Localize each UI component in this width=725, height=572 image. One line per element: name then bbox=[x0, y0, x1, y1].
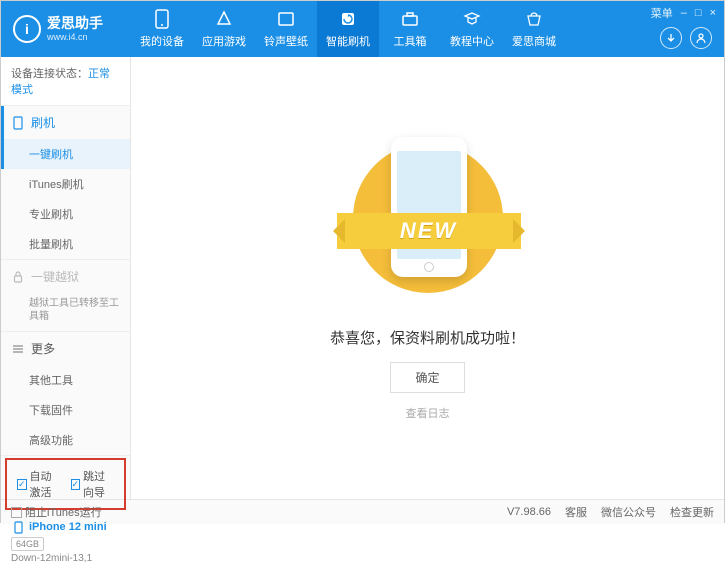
user-button[interactable] bbox=[690, 27, 712, 49]
window-controls: 菜单 – □ × bbox=[651, 5, 716, 21]
store-icon bbox=[524, 9, 544, 29]
toolbox-icon bbox=[400, 9, 420, 29]
device-block[interactable]: iPhone 12 mini 64GB Down-12mini-13,1 bbox=[1, 512, 130, 572]
sidebar-item-other-tools[interactable]: 其他工具 bbox=[1, 365, 130, 395]
ok-button[interactable]: 确定 bbox=[390, 362, 464, 393]
header-action-circles bbox=[660, 27, 712, 49]
sidebar-head-jailbreak: 一键越狱 bbox=[1, 260, 130, 293]
nav-ringtones[interactable]: 铃声壁纸 bbox=[255, 1, 317, 57]
wechat-link[interactable]: 微信公众号 bbox=[601, 504, 656, 520]
sidebar-item-advanced[interactable]: 高级功能 bbox=[1, 425, 130, 455]
nav-label: 铃声壁纸 bbox=[264, 33, 308, 49]
version-label: V7.98.66 bbox=[507, 506, 551, 518]
nav-tutorials[interactable]: 教程中心 bbox=[441, 1, 503, 57]
nav-label: 教程中心 bbox=[450, 33, 494, 49]
view-log-link[interactable]: 查看日志 bbox=[406, 405, 450, 421]
checkbox-label: 阻止iTunes运行 bbox=[25, 504, 102, 520]
sidebar-head-label: 刷机 bbox=[31, 114, 55, 131]
checkbox-auto-activate[interactable]: ✓自动激活 bbox=[17, 468, 61, 500]
phone-illustration: NEW bbox=[343, 135, 513, 305]
device-storage-badge: 64GB bbox=[11, 537, 44, 551]
tutorial-icon bbox=[462, 9, 482, 29]
sidebar-head-label: 一键越狱 bbox=[31, 268, 79, 285]
sidebar-item-itunes-flash[interactable]: iTunes刷机 bbox=[1, 169, 130, 199]
wallpaper-icon bbox=[276, 9, 296, 29]
connection-status: 设备连接状态：正常模式 bbox=[1, 57, 130, 106]
main-content: NEW 恭喜您，保资料刷机成功啦！ 确定 查看日志 bbox=[131, 57, 724, 499]
customer-service-link[interactable]: 客服 bbox=[565, 504, 587, 520]
nav-label: 我的设备 bbox=[140, 33, 184, 49]
check-update-link[interactable]: 检查更新 bbox=[670, 504, 714, 520]
nav-my-device[interactable]: 我的设备 bbox=[131, 1, 193, 57]
checkbox-block-itunes[interactable]: 阻止iTunes运行 bbox=[11, 504, 102, 520]
sidebar-head-more[interactable]: 更多 bbox=[1, 332, 130, 365]
maximize-button[interactable]: □ bbox=[695, 7, 702, 19]
checkbox-label: 自动激活 bbox=[30, 468, 61, 500]
menu-button[interactable]: 菜单 bbox=[651, 5, 673, 21]
new-banner: NEW bbox=[337, 213, 521, 249]
app-url: www.i4.cn bbox=[47, 32, 103, 42]
close-button[interactable]: × bbox=[710, 7, 716, 19]
success-message: 恭喜您，保资料刷机成功啦！ bbox=[330, 327, 525, 348]
device-detail: Down-12mini-13,1 bbox=[11, 553, 120, 564]
phone-small-icon bbox=[11, 520, 25, 534]
phone-icon bbox=[152, 9, 172, 29]
apps-icon bbox=[214, 9, 234, 29]
checkbox-skip-guide[interactable]: ✓跳过向导 bbox=[71, 468, 115, 500]
nav-flash[interactable]: 智能刷机 bbox=[317, 1, 379, 57]
sidebar: 设备连接状态：正常模式 刷机 一键刷机 iTunes刷机 专业刷机 批量刷机 一… bbox=[1, 57, 131, 499]
nav-toolbox[interactable]: 工具箱 bbox=[379, 1, 441, 57]
device-name: iPhone 12 mini bbox=[11, 520, 120, 534]
minimize-button[interactable]: – bbox=[681, 7, 687, 19]
sidebar-item-oneclick-flash[interactable]: 一键刷机 bbox=[1, 139, 130, 169]
jailbreak-note: 越狱工具已转移至工具箱 bbox=[1, 293, 130, 331]
nav-label: 智能刷机 bbox=[326, 33, 370, 49]
app-header: i 爱思助手 www.i4.cn 我的设备 应用游戏 铃声壁纸 智能刷机 工具箱… bbox=[1, 1, 724, 57]
sidebar-item-download-firmware[interactable]: 下载固件 bbox=[1, 395, 130, 425]
main-nav: 我的设备 应用游戏 铃声壁纸 智能刷机 工具箱 教程中心 爱思商城 bbox=[131, 1, 724, 57]
more-icon bbox=[11, 342, 25, 356]
nav-apps[interactable]: 应用游戏 bbox=[193, 1, 255, 57]
download-button[interactable] bbox=[660, 27, 682, 49]
sidebar-item-batch-flash[interactable]: 批量刷机 bbox=[1, 229, 130, 259]
flash-icon bbox=[338, 9, 358, 29]
nav-label: 爱思商城 bbox=[512, 33, 556, 49]
logo-icon: i bbox=[13, 15, 41, 43]
checkbox-label: 跳过向导 bbox=[83, 468, 114, 500]
logo-area: i 爱思助手 www.i4.cn bbox=[1, 15, 131, 43]
sidebar-item-pro-flash[interactable]: 专业刷机 bbox=[1, 199, 130, 229]
app-title: 爱思助手 bbox=[47, 16, 103, 31]
sidebar-head-label: 更多 bbox=[31, 340, 55, 357]
conn-label: 设备连接状态： bbox=[11, 68, 88, 80]
nav-label: 应用游戏 bbox=[202, 33, 246, 49]
options-checkbox-row: ✓自动激活 ✓跳过向导 bbox=[5, 458, 126, 510]
lock-icon bbox=[11, 270, 25, 284]
nav-store[interactable]: 爱思商城 bbox=[503, 1, 565, 57]
nav-label: 工具箱 bbox=[394, 33, 427, 49]
phone-small-icon bbox=[11, 116, 25, 130]
sidebar-head-flash[interactable]: 刷机 bbox=[1, 106, 130, 139]
